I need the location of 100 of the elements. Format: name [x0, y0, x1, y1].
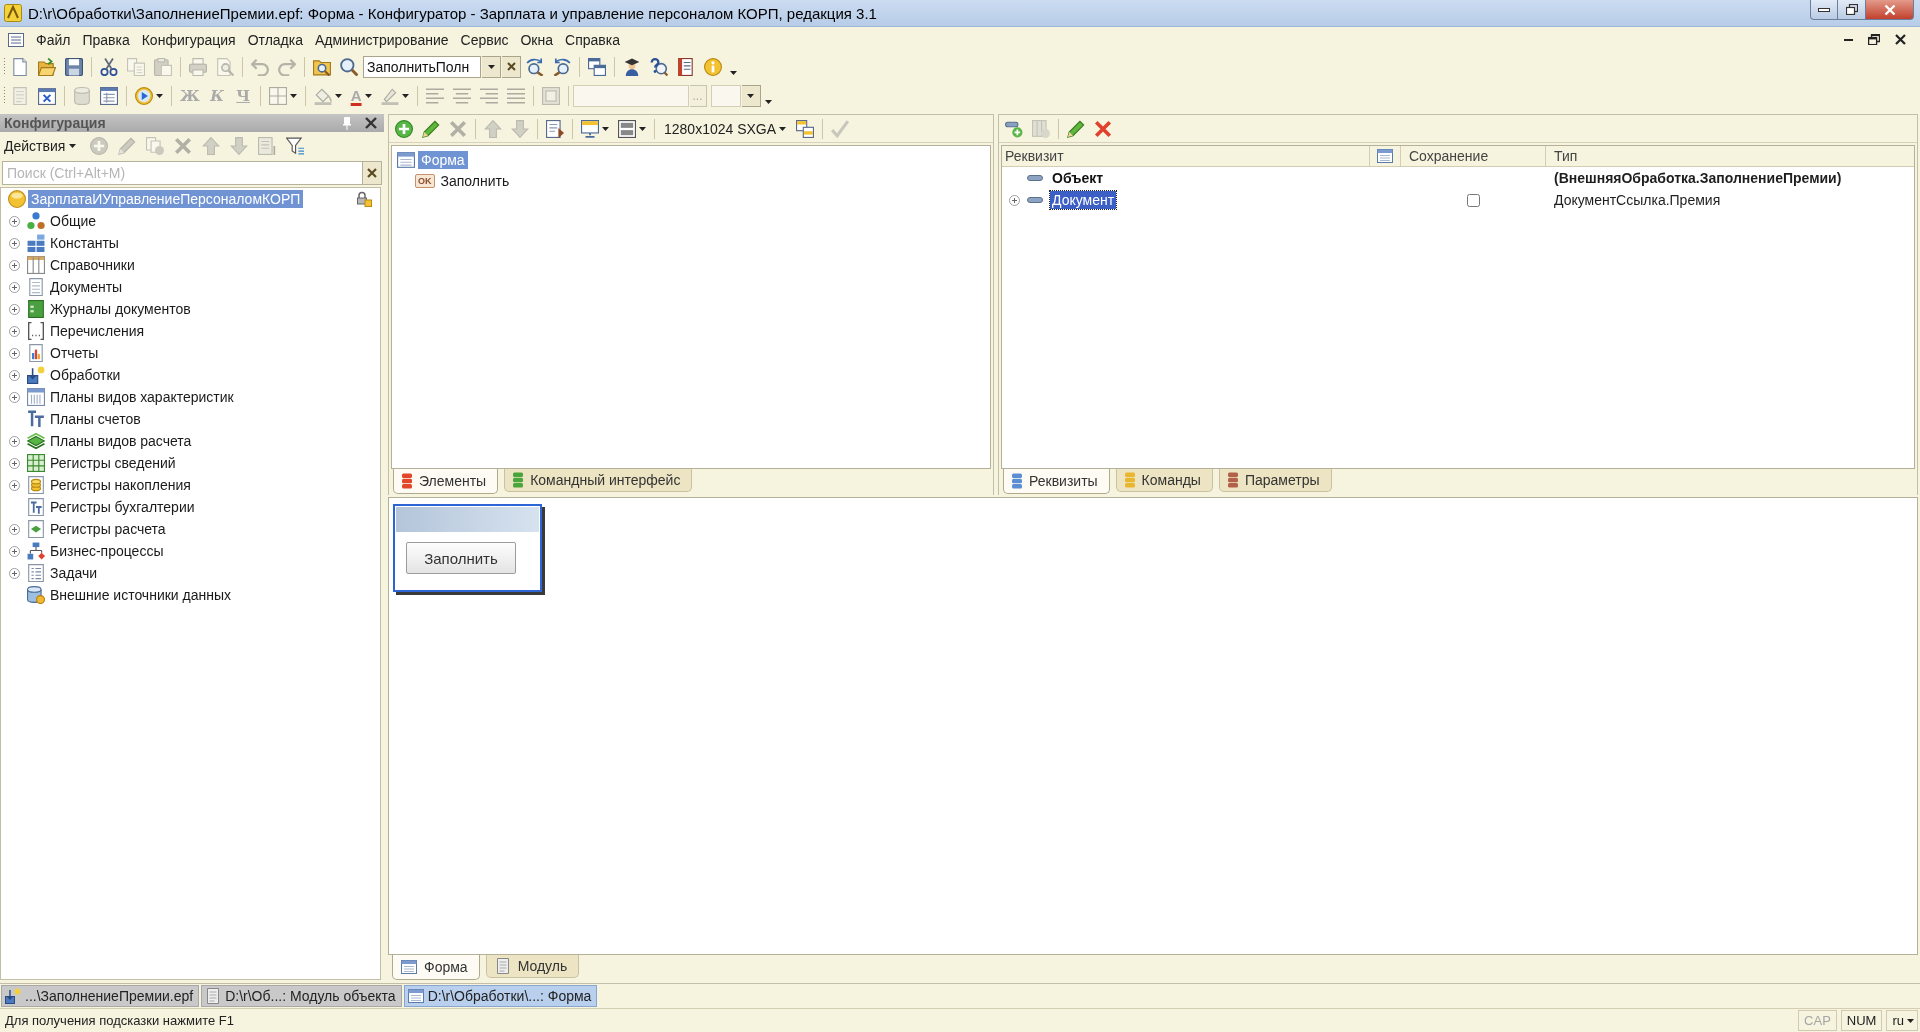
- attribute-icon: [1027, 197, 1043, 203]
- tab[interactable]: Командный интерфейс: [504, 469, 693, 492]
- menu-item[interactable]: Окна: [514, 29, 559, 50]
- toolbar-grip-icon[interactable]: [2, 85, 7, 106]
- table-icon: [27, 256, 45, 274]
- menu-item[interactable]: Справка: [559, 29, 626, 50]
- tree-item[interactable]: Регистры сведений: [47, 454, 179, 472]
- minimize-button[interactable]: [1810, 0, 1838, 20]
- clipboard-icon: [154, 57, 172, 76]
- frame-icon: [541, 86, 560, 105]
- tab[interactable]: Элементы: [393, 469, 499, 494]
- search-field[interactable]: ЗаполнитьПолн: [363, 55, 481, 78]
- tree-item[interactable]: Общие: [47, 212, 100, 230]
- key-indicator: NUM: [1840, 1010, 1883, 1031]
- fill-button[interactable]: Заполнить: [406, 542, 516, 574]
- tree-item[interactable]: Константы: [47, 234, 122, 252]
- tree-item[interactable]: Планы видов расчета: [47, 432, 195, 450]
- language-button[interactable]: ru: [1886, 1010, 1918, 1031]
- tree-item[interactable]: Регистры накопления: [47, 476, 194, 494]
- menu-item[interactable]: Администрирование: [309, 29, 455, 50]
- menu-item[interactable]: Правка: [76, 29, 136, 50]
- document-icon: [27, 278, 45, 296]
- column-header[interactable]: Тип: [1546, 146, 1914, 166]
- window-icon[interactable]: [1376, 148, 1394, 164]
- clear-button[interactable]: [363, 161, 382, 185]
- delete-icon: [174, 137, 193, 155]
- tree-item[interactable]: Справочники: [47, 256, 138, 274]
- tree-item[interactable]: Бизнес-процессы: [47, 542, 167, 560]
- dropdown-button[interactable]: [482, 55, 501, 78]
- filter-icon: [286, 137, 305, 155]
- close-button[interactable]: [364, 116, 378, 130]
- expand-icon[interactable]: [9, 259, 20, 271]
- expand-icon[interactable]: [9, 369, 20, 381]
- close-icon: [365, 117, 377, 129]
- expand-icon[interactable]: [9, 347, 20, 359]
- checkbox[interactable]: [1467, 193, 1480, 207]
- column-header[interactable]: Реквизит: [1002, 146, 1370, 166]
- layout-icon: [618, 119, 636, 138]
- app-icon[interactable]: [4, 4, 22, 22]
- restore-button[interactable]: [1866, 31, 1882, 48]
- tree-item[interactable]: Перечисления: [47, 322, 148, 340]
- tree-item[interactable]: Планы видов характеристик: [47, 388, 237, 406]
- dropdown-button[interactable]: [741, 84, 761, 107]
- expand-icon[interactable]: [9, 325, 20, 337]
- tree-item[interactable]: Документы: [47, 278, 126, 296]
- t-shapes-icon: [27, 410, 45, 428]
- folder-icon: [38, 57, 56, 76]
- tree-item[interactable]: Обработки: [47, 366, 124, 384]
- window-tab[interactable]: ...\ЗаполнениеПремии.epf: [1, 985, 200, 1007]
- expand-icon[interactable]: [9, 545, 20, 557]
- search-field[interactable]: Поиск (Ctrl+Alt+M): [2, 161, 363, 185]
- expand-icon[interactable]: [9, 237, 20, 249]
- expand-icon[interactable]: [9, 457, 20, 469]
- expand-icon[interactable]: [9, 567, 20, 579]
- database-icon: [73, 86, 91, 105]
- expand-icon[interactable]: [9, 215, 20, 227]
- caret-icon: [401, 93, 409, 98]
- menu-item[interactable]: Конфигурация: [135, 29, 242, 50]
- tree-item[interactable]: Задачи: [47, 564, 100, 582]
- maximize-button[interactable]: [1838, 0, 1866, 20]
- scissors-icon: [100, 57, 118, 76]
- expand-icon[interactable]: [9, 391, 20, 403]
- tab[interactable]: Команды: [1115, 469, 1213, 492]
- grid-square-icon: [268, 86, 287, 105]
- tab[interactable]: Параметры: [1218, 469, 1332, 492]
- tree-item[interactable]: Планы счетов: [47, 410, 144, 428]
- menu-item[interactable]: Отладка: [241, 29, 309, 50]
- box-arrow-icon: [5, 988, 21, 1004]
- tree-item[interactable]: Внешние источники данных: [47, 586, 235, 604]
- menu-item[interactable]: Сервис: [454, 29, 515, 50]
- window-tab[interactable]: D:\r\Обработки\...: Форма: [403, 985, 598, 1007]
- expand-icon[interactable]: [1009, 194, 1020, 206]
- tree-item[interactable]: Регистры расчета: [47, 520, 169, 538]
- expand-icon[interactable]: [9, 281, 20, 293]
- window-tab[interactable]: D:\r\Об...: Модуль объекта: [201, 985, 402, 1007]
- tab[interactable]: Реквизиты: [1003, 469, 1110, 494]
- document-menu-icon[interactable]: [8, 32, 24, 47]
- actions-menu-button[interactable]: Действия: [0, 134, 81, 158]
- tree-item[interactable]: Заполнить: [437, 171, 513, 190]
- attribute-name[interactable]: Документ: [1050, 191, 1117, 209]
- column-header[interactable]: Сохранение: [1401, 146, 1546, 166]
- undo-icon: [251, 57, 269, 76]
- expand-icon[interactable]: [9, 479, 20, 491]
- tab[interactable]: Форма: [392, 955, 480, 980]
- resolution-dropdown[interactable]: 1280x1024 SXGA: [659, 116, 792, 141]
- expand-icon[interactable]: [9, 303, 20, 315]
- clear-button[interactable]: [502, 55, 521, 78]
- pencil-icon: [1067, 119, 1085, 138]
- tree-item[interactable]: Журналы документов: [47, 300, 194, 318]
- expand-icon[interactable]: [9, 435, 20, 447]
- monitor-icon: [581, 119, 599, 138]
- expand-icon[interactable]: [9, 523, 20, 535]
- status-hint: Для получения подсказки нажмите F1: [5, 1013, 235, 1028]
- tree-item[interactable]: Отчеты: [47, 344, 102, 362]
- tree-item[interactable]: Регистры бухгалтерии: [47, 498, 198, 516]
- attribute-type: (ВнешняяОбработка.ЗаполнениеПремии): [1553, 170, 1843, 186]
- toolbar-grip-icon[interactable]: [2, 56, 7, 77]
- attribute-name[interactable]: Объект: [1050, 169, 1106, 187]
- menu-item[interactable]: Файл: [30, 29, 77, 50]
- tab[interactable]: Модуль: [485, 955, 580, 978]
